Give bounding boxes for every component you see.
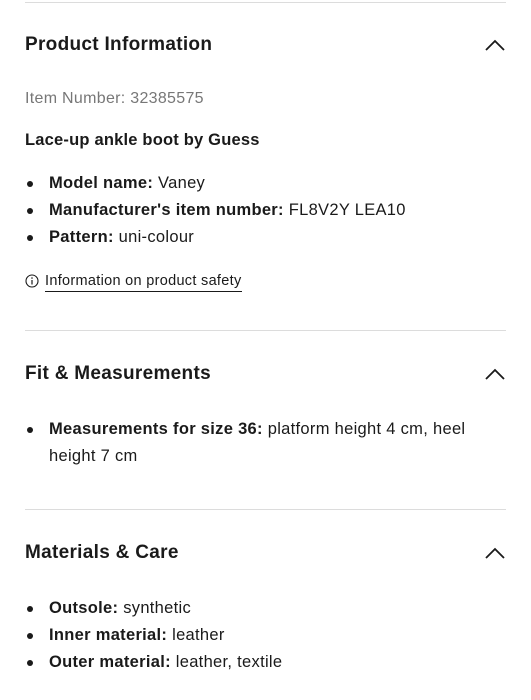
divider (25, 330, 506, 331)
spec-label: Outsole: (49, 599, 119, 617)
section-title: Materials & Care (25, 542, 179, 563)
spec-value: FL8V2Y LEA10 (288, 201, 406, 219)
spec-label: Inner material: (49, 626, 168, 644)
product-description: Lace-up ankle boot by Guess (25, 131, 260, 149)
list-item: Measurements for size 36: platform heigh… (25, 416, 506, 470)
list-item: Pattern: uni-colour (25, 224, 506, 251)
list-item: Manufacturer's item number: FL8V2Y LEA10 (25, 197, 506, 224)
spec-value: uni-colour (118, 228, 195, 246)
divider-top (25, 2, 506, 3)
product-safety-link[interactable]: Information on product safety (25, 273, 242, 292)
chevron-up-icon[interactable] (484, 542, 506, 564)
list-item: Outer material: leather, textile (25, 649, 506, 676)
section-title: Product Information (25, 34, 213, 55)
spec-label: Model name: (49, 174, 154, 192)
safety-link-label[interactable]: Information on product safety (45, 273, 242, 292)
spec-value: leather (172, 626, 225, 644)
section-title: Fit & Measurements (25, 363, 211, 384)
spec-label: Outer material: (49, 653, 171, 671)
product-info-header[interactable]: Product Information (25, 30, 506, 60)
item-number: Item Number: 32385575 (25, 90, 204, 107)
fit-measurements-header[interactable]: Fit & Measurements (25, 359, 506, 389)
info-icon (25, 273, 39, 292)
spec-label: Measurements for size 36: (49, 420, 263, 438)
list-item: Outsole: synthetic (25, 595, 506, 622)
list-item: Model name: Vaney (25, 170, 506, 197)
list-item: Inner material: leather (25, 622, 506, 649)
fit-spec-list: Measurements for size 36: platform heigh… (25, 416, 506, 470)
divider (25, 509, 506, 510)
spec-value: leather, textile (175, 653, 283, 671)
product-spec-list: Model name: Vaney Manufacturer's item nu… (25, 170, 506, 251)
materials-care-header[interactable]: Materials & Care (25, 538, 506, 568)
chevron-up-icon[interactable] (484, 34, 506, 56)
spec-label: Manufacturer's item number: (49, 201, 284, 219)
spec-value: synthetic (123, 599, 192, 617)
chevron-up-icon[interactable] (484, 363, 506, 385)
spec-value: Vaney (158, 174, 206, 192)
materials-spec-list: Outsole: synthetic Inner material: leath… (25, 595, 506, 676)
spec-label: Pattern: (49, 228, 114, 246)
